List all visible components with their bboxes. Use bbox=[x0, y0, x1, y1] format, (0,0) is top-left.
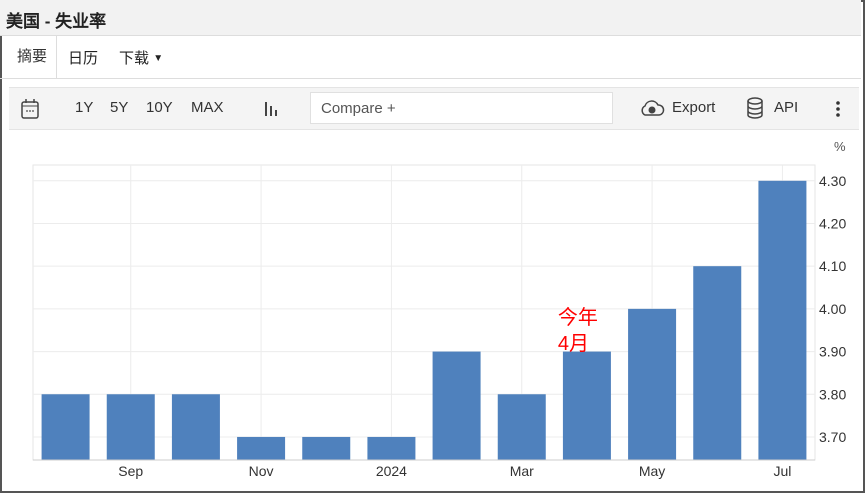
bar-aug-2023 bbox=[41, 394, 90, 460]
bar-feb-2024 bbox=[432, 351, 481, 460]
x-tick-label: 2024 bbox=[376, 463, 407, 479]
y-tick-label: 3.70 bbox=[819, 429, 846, 445]
bar-jul-2024 bbox=[758, 180, 807, 460]
y-axis-unit: % bbox=[834, 139, 846, 154]
y-tick-label: 4.00 bbox=[819, 301, 846, 317]
x-tick-label: May bbox=[639, 463, 665, 479]
x-tick-label: Jul bbox=[773, 463, 791, 479]
unemployment-bar-chart: 3.70 3.80 3.90 4.00 4.10 4.20 4.30% Sep Nov 2024 M… bbox=[32, 139, 846, 479]
annotation-label: 今年 bbox=[558, 306, 598, 329]
bar-sep-2023 bbox=[106, 394, 155, 460]
y-tick-label: 4.20 bbox=[819, 215, 846, 231]
bar-may-2024 bbox=[628, 308, 677, 460]
y-tick-label: 4.30 bbox=[819, 173, 846, 189]
bar-dec-2023 bbox=[302, 436, 351, 460]
bar-apr-2024 bbox=[562, 351, 611, 460]
y-tick-label: 3.80 bbox=[819, 386, 846, 402]
y-tick-label: 3.90 bbox=[819, 344, 846, 360]
bar-jan-2024 bbox=[367, 436, 416, 460]
bar-oct-2023 bbox=[171, 394, 220, 460]
x-tick-label: Sep bbox=[118, 463, 143, 479]
y-tick-label: 4.10 bbox=[819, 258, 846, 274]
bar-nov-2023 bbox=[237, 436, 286, 460]
bar-mar-2024 bbox=[497, 394, 546, 460]
x-tick-label: Mar bbox=[510, 463, 534, 479]
x-tick-label: Nov bbox=[249, 463, 274, 479]
bar-jun-2024 bbox=[693, 266, 742, 460]
annotation-label: 4月 bbox=[558, 333, 589, 355]
